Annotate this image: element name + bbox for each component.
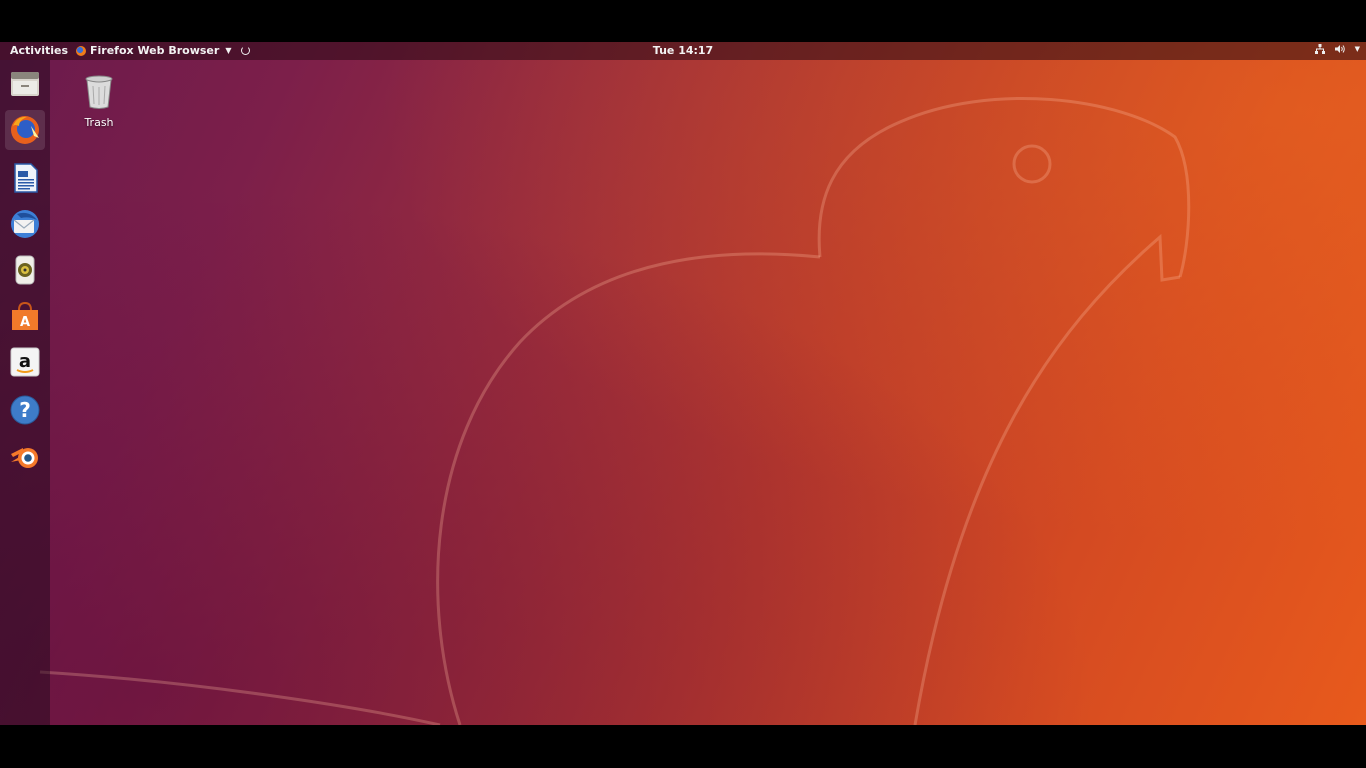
svg-text:A: A — [20, 315, 30, 330]
top-bar: Activities Firefox Web Browser ▼ Tue 14:… — [0, 42, 1366, 60]
network-icon — [1314, 44, 1325, 54]
rhythmbox-icon — [15, 255, 35, 285]
activities-button[interactable]: Activities — [10, 44, 68, 57]
caret-down-icon: ▼ — [225, 46, 232, 55]
dock-item-amazon[interactable]: a — [5, 342, 45, 382]
amazon-icon: a — [10, 347, 40, 377]
app-menu[interactable]: Firefox Web Browser ▼ — [76, 44, 251, 57]
dock-item-thunderbird[interactable] — [5, 204, 45, 244]
volume-icon — [1334, 45, 1345, 53]
desktop-trash[interactable]: Trash — [72, 74, 126, 129]
dock-item-firefox[interactable] — [5, 110, 45, 150]
thunderbird-icon — [11, 210, 39, 238]
loading-spinner-icon — [241, 46, 251, 55]
system-tray[interactable]: ▼ — [1314, 44, 1360, 54]
files-icon — [11, 72, 39, 96]
blender-icon — [11, 448, 38, 468]
dock-item-writer[interactable] — [5, 158, 45, 198]
svg-text:?: ? — [19, 398, 31, 422]
trash-label: Trash — [84, 116, 114, 129]
trash-icon — [85, 75, 113, 109]
letterbox-top — [0, 0, 1366, 42]
dock-item-rhythmbox[interactable] — [5, 250, 45, 290]
dock-item-help[interactable]: ? — [5, 390, 45, 430]
help-icon: ? — [10, 395, 40, 425]
app-menu-label: Firefox Web Browser — [90, 44, 220, 57]
writer-icon — [14, 163, 38, 193]
firefox-small-icon — [76, 45, 86, 56]
dock-item-blender[interactable] — [5, 436, 45, 476]
dock-item-ubuntu-software[interactable]: A — [5, 296, 45, 336]
wallpaper-line-art — [39, 97, 1191, 725]
tray-dropdown-icon: ▼ — [1354, 45, 1360, 53]
dock-item-files[interactable] — [5, 64, 45, 104]
software-icon: A — [12, 301, 38, 330]
dock: A a ? — [0, 60, 50, 725]
firefox-icon — [11, 116, 39, 144]
desktop-screen: Activities Firefox Web Browser ▼ Tue 14:… — [0, 42, 1366, 725]
letterbox-bottom — [0, 725, 1366, 768]
clock[interactable]: Tue 14:17 — [653, 44, 713, 57]
svg-text:a: a — [19, 351, 31, 372]
